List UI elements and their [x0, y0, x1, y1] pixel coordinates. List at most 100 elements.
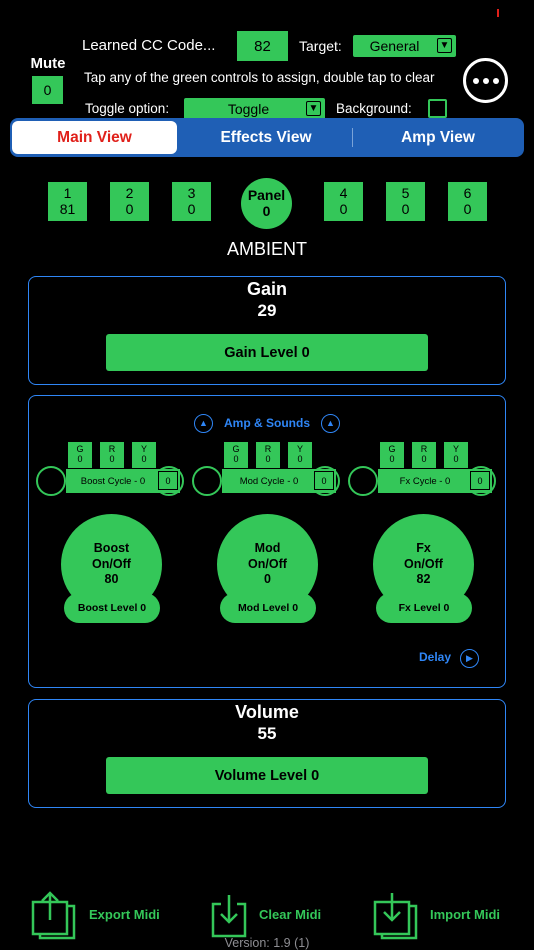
boost-cycle-label: Boost Cycle - 0: [80, 475, 146, 487]
import-midi-label: Import Midi: [430, 907, 501, 922]
delay-link[interactable]: Delay: [419, 650, 451, 664]
amp-sounds-title: Amp & Sounds: [224, 416, 310, 430]
y-value: 0: [141, 454, 147, 464]
mod-g-button[interactable]: G0: [224, 442, 248, 468]
fx-onoff: On/Off: [404, 556, 443, 571]
preset-button-1[interactable]: 1 81: [48, 182, 87, 221]
mod-name: Mod: [254, 541, 281, 556]
preset-number: 2: [125, 185, 134, 202]
boost-value: 80: [104, 572, 119, 587]
background-checkbox[interactable]: [428, 99, 447, 118]
boost-cycle-left-ring[interactable]: [36, 466, 66, 496]
boost-g-button[interactable]: G0: [68, 442, 92, 468]
preset-number: 1: [63, 185, 72, 202]
dropdown-arrow-icon: ▼: [437, 38, 452, 53]
export-icon: [31, 891, 76, 940]
panel-label: Panel: [247, 187, 286, 204]
preset-button-5[interactable]: 5 0: [386, 182, 425, 221]
volume-section: Volume 55 Volume Level 0: [28, 699, 506, 808]
fx-value: 82: [416, 572, 431, 587]
panel-button[interactable]: Panel 0: [241, 178, 292, 229]
preset-button-3[interactable]: 3 0: [172, 182, 211, 221]
mod-cycle-left-ring[interactable]: [192, 466, 222, 496]
gain-title: Gain: [246, 279, 287, 299]
fx-g-button[interactable]: G0: [380, 442, 404, 468]
patch-name: AMBIENT: [226, 239, 307, 259]
export-midi-label: Export Midi: [89, 907, 160, 922]
mod-level-button[interactable]: Mod Level 0: [220, 593, 316, 623]
chevron-up-icon: ▲: [321, 413, 340, 433]
fx-level-button[interactable]: Fx Level 0: [376, 593, 472, 623]
mod-y-button[interactable]: Y0: [288, 442, 312, 468]
fx-r-button[interactable]: R0: [412, 442, 436, 468]
mute-button[interactable]: 0: [32, 76, 63, 104]
assign-hint: Tap any of the green controls to assign,…: [84, 70, 435, 85]
fx-cycle-label: Fx Cycle - 0: [399, 475, 451, 487]
mod-cycle-button[interactable]: Mod Cycle - 0 0: [222, 469, 336, 493]
preset-value: 81: [59, 200, 76, 217]
fx-cycle-button[interactable]: Fx Cycle - 0 0: [378, 469, 492, 493]
boost-unit: G0 R0 Y0 Boost Cycle - 0 0 Boost On/Off …: [36, 442, 190, 632]
boost-r-button[interactable]: R0: [100, 442, 124, 468]
boost-onoff: On/Off: [92, 556, 131, 571]
target-select-value: General: [369, 38, 420, 54]
fx-y-button[interactable]: Y0: [444, 442, 468, 468]
tab-amp-view[interactable]: Amp View: [355, 121, 521, 154]
gain-value: 29: [257, 301, 277, 320]
y-value: 0: [453, 454, 459, 464]
mod-r-button[interactable]: R0: [256, 442, 280, 468]
boost-cycle-button[interactable]: Boost Cycle - 0 0: [66, 469, 180, 493]
fx-cycle-left-ring[interactable]: [348, 466, 378, 496]
clear-midi-button[interactable]: Clear Midi: [210, 890, 335, 940]
amp-sounds-header[interactable]: ▲ Amp & Sounds ▲: [194, 413, 340, 433]
tab-divider: [352, 128, 353, 147]
toggle-select-value: Toggle: [227, 101, 270, 117]
tab-effects-view[interactable]: Effects View: [180, 121, 352, 154]
boost-y-button[interactable]: Y0: [132, 442, 156, 468]
learned-cc-value[interactable]: 82: [237, 31, 288, 61]
dropdown-arrow-icon: ▼: [306, 101, 321, 116]
preset-number: 5: [401, 185, 410, 202]
volume-level-button[interactable]: Volume Level 0: [106, 757, 428, 794]
preset-button-6[interactable]: 6 0: [448, 182, 487, 221]
preset-number: 4: [339, 185, 348, 202]
r-value: 0: [109, 454, 115, 464]
preset-number: 3: [187, 185, 196, 202]
g-value: 0: [233, 454, 239, 464]
more-button[interactable]: [463, 58, 508, 103]
target-select[interactable]: General ▼: [353, 35, 456, 57]
preset-value: 0: [339, 200, 348, 217]
learned-cc-label: Learned CC Code...: [82, 37, 216, 54]
import-midi-button[interactable]: Import Midi: [372, 890, 512, 940]
volume-title: Volume: [235, 702, 299, 722]
boost-cycle-value: 0: [158, 471, 178, 490]
preset-value: 0: [401, 200, 410, 217]
g-value: 0: [77, 454, 83, 464]
chevron-right-icon[interactable]: ▶: [460, 649, 479, 668]
r-value: 0: [265, 454, 271, 464]
mod-unit: G0 R0 Y0 Mod Cycle - 0 0 Mod On/Off 0 Mo…: [192, 442, 346, 632]
volume-value: 55: [257, 724, 277, 743]
gain-level-button[interactable]: Gain Level 0: [106, 334, 428, 371]
tab-main-view[interactable]: Main View: [12, 121, 177, 154]
background-label: Background:: [336, 101, 412, 116]
boost-name: Boost: [93, 541, 130, 556]
import-icon: [373, 893, 418, 940]
version-label: Version: 1.9 (1): [224, 936, 310, 950]
preset-button-4[interactable]: 4 0: [324, 182, 363, 221]
fx-cycle-value: 0: [470, 471, 490, 490]
fx-name: Fx: [416, 541, 431, 556]
chevron-up-icon: ▲: [194, 413, 213, 433]
preset-button-2[interactable]: 2 0: [110, 182, 149, 221]
g-value: 0: [389, 454, 395, 464]
boost-level-button[interactable]: Boost Level 0: [64, 593, 160, 623]
clear-midi-label: Clear Midi: [259, 907, 322, 922]
preset-value: 0: [187, 200, 196, 217]
export-midi-button[interactable]: Export Midi: [30, 890, 170, 940]
preset-value: 0: [125, 200, 134, 217]
clear-icon: [211, 895, 247, 938]
mute-label: Mute: [30, 55, 66, 72]
toggle-option-select[interactable]: Toggle ▼: [184, 98, 325, 120]
preset-value: 0: [463, 200, 472, 217]
mod-onoff: On/Off: [248, 556, 287, 571]
